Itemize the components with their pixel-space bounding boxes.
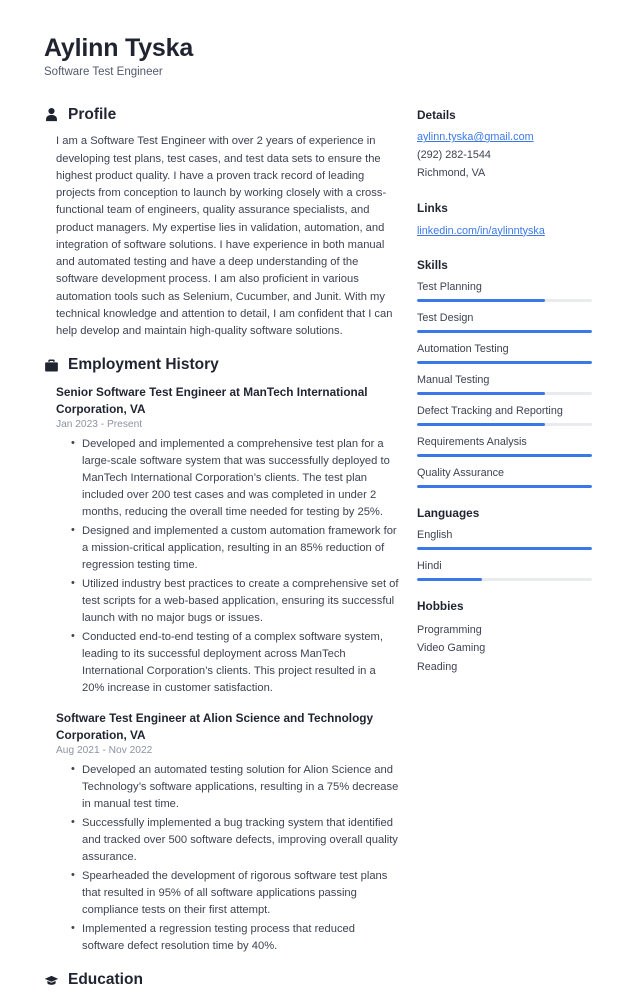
job-bullet: Designed and implemented a custom automa… xyxy=(71,522,399,574)
skill-bar-fill xyxy=(417,298,545,302)
sidebar-links: Links linkedin.com/in/aylinntyska xyxy=(417,201,592,240)
skill-bar-track xyxy=(417,329,592,333)
sidebar-hobbies: Hobbies Programming Video Gaming Reading xyxy=(417,599,592,676)
skill-label: Manual Testing xyxy=(417,373,490,386)
main-column: Profile I am a Software Test Engineer wi… xyxy=(44,106,417,1005)
skill-label: Requirements Analysis xyxy=(417,435,527,448)
linkedin-link[interactable]: linkedin.com/in/aylinntyska xyxy=(417,223,592,240)
contact-list: aylinn.tyska@gmail.com (292) 282-1544 Ri… xyxy=(417,129,592,182)
resume-page: Aylinn Tyska Software Test Engineer Prof… xyxy=(0,0,640,988)
profile-body: I am a Software Test Engineer with over … xyxy=(44,133,399,340)
skill-item: Requirements Analysis xyxy=(417,435,592,458)
phone-number: (292) 282-1544 xyxy=(417,148,491,161)
skill-item: Manual Testing xyxy=(417,373,592,395)
job-date: Jan 2023 - Present xyxy=(56,419,143,431)
skill-item: Quality Assurance xyxy=(417,466,592,489)
employment-body: Senior Software Test Engineer at ManTech… xyxy=(44,384,399,955)
sidebar-column: Details aylinn.tyska@gmail.com (292) 282… xyxy=(417,106,592,695)
job-heading: Software Test Engineer at Alion Science … xyxy=(56,710,374,742)
skill-label: Test Design xyxy=(417,311,474,324)
job-bullet: Utilized industry best practices to crea… xyxy=(71,575,399,627)
details-title: Details xyxy=(417,107,456,122)
language-item: English xyxy=(417,528,592,550)
candidate-job-title: Software Test Engineer xyxy=(44,65,163,78)
job-bullet: Spearheaded the development of rigorous … xyxy=(71,867,399,919)
profile-text: I am a Software Test Engineer with over … xyxy=(56,135,393,338)
job-bullet: Implemented a regression testing process… xyxy=(71,920,399,955)
person-icon xyxy=(44,107,59,122)
resume-columns: Profile I am a Software Test Engineer wi… xyxy=(44,106,610,1005)
skill-bar-fill xyxy=(417,329,592,333)
language-label: Hindi xyxy=(417,559,442,572)
job-bullet: Conducted end-to-end testing of a comple… xyxy=(71,628,399,697)
email-link[interactable]: aylinn.tyska@gmail.com xyxy=(417,129,592,146)
skill-bar-fill xyxy=(417,485,592,489)
profile-heading: Profile xyxy=(44,106,399,125)
job-bullet: Successfully implemented a bug tracking … xyxy=(71,814,399,866)
skill-bar-track xyxy=(417,485,592,489)
language-bar-track xyxy=(417,577,592,581)
language-bar-fill xyxy=(417,577,482,581)
skill-bar-fill xyxy=(417,454,592,458)
skill-item: Automation Testing xyxy=(417,342,592,364)
sidebar-languages: Languages English Hindi xyxy=(417,506,592,581)
profile-title: Profile xyxy=(68,105,117,123)
candidate-name: Aylinn Tyska xyxy=(44,34,194,62)
skill-label: Quality Assurance xyxy=(417,467,505,480)
job-bullet: Developed an automated testing solution … xyxy=(71,761,399,813)
section-employment-history: Employment History Senior Software Test … xyxy=(44,356,399,955)
job-heading: Senior Software Test Engineer at ManTech… xyxy=(56,384,368,416)
employment-title: Employment History xyxy=(68,356,219,374)
skill-bar-fill xyxy=(417,391,545,395)
location: Richmond, VA xyxy=(417,167,486,180)
job-bullet: Developed and implemented a comprehensiv… xyxy=(71,435,399,521)
skill-label: Defect Tracking and Reporting xyxy=(417,404,563,417)
skill-bar-fill xyxy=(417,360,592,364)
language-item: Hindi xyxy=(417,559,592,581)
section-profile: Profile I am a Software Test Engineer wi… xyxy=(44,106,399,341)
skill-bar-track xyxy=(417,422,592,426)
skill-label: Test Planning xyxy=(417,280,482,293)
education-heading: Education xyxy=(44,971,399,990)
hobby-item: Video Gaming xyxy=(417,642,486,655)
hobbies-title: Hobbies xyxy=(417,598,464,613)
sidebar-details: Details aylinn.tyska@gmail.com (292) 282… xyxy=(417,108,592,183)
education-title: Education xyxy=(68,970,143,988)
skill-item: Defect Tracking and Reporting xyxy=(417,404,592,426)
skill-bar-track xyxy=(417,360,592,364)
hobby-item: Reading xyxy=(417,660,458,673)
skills-title: Skills xyxy=(417,258,448,273)
skill-item: Test Design xyxy=(417,311,592,333)
sidebar-skills: Skills Test Planning Test Design Automat… xyxy=(417,258,592,489)
language-bar-track xyxy=(417,546,592,550)
skill-label: Automation Testing xyxy=(417,342,509,355)
skill-bar-track xyxy=(417,391,592,395)
skill-bar-track xyxy=(417,298,592,302)
job-bullet-list: Developed and implemented a comprehensiv… xyxy=(56,435,399,697)
links-title: Links xyxy=(417,200,448,215)
employment-entry: Software Test Engineer at Alion Science … xyxy=(56,710,399,955)
skill-bar-track xyxy=(417,454,592,458)
briefcase-icon xyxy=(44,358,59,373)
job-bullet-list: Developed an automated testing solution … xyxy=(56,761,399,955)
hobby-item: Programming xyxy=(417,623,482,636)
language-label: English xyxy=(417,528,453,541)
skill-bar-fill xyxy=(417,422,545,426)
language-bar-fill xyxy=(417,546,592,550)
resume-header: Aylinn Tyska Software Test Engineer xyxy=(44,34,610,80)
employment-entry: Senior Software Test Engineer at ManTech… xyxy=(56,384,399,697)
skill-item: Test Planning xyxy=(417,280,592,302)
section-education: Education xyxy=(44,971,399,990)
job-date: Aug 2021 - Nov 2022 xyxy=(56,745,153,757)
languages-title: Languages xyxy=(417,506,480,521)
graduation-cap-icon xyxy=(44,973,59,988)
employment-heading: Employment History xyxy=(44,356,399,375)
